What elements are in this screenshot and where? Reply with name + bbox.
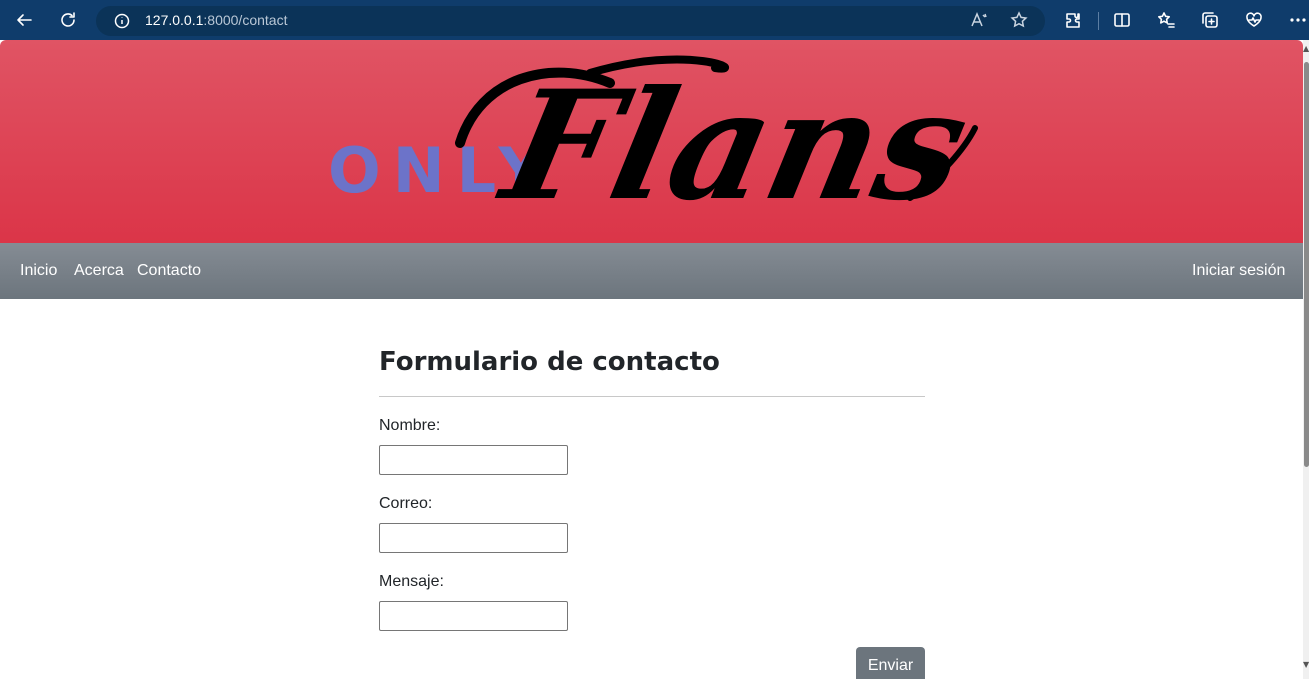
- submit-button[interactable]: Enviar: [856, 647, 925, 679]
- toolbar-divider: [1098, 12, 1099, 30]
- nav-link-inicio[interactable]: Inicio: [20, 262, 57, 280]
- address-bar[interactable]: 127.0.0.1:8000/contact: [96, 6, 1045, 36]
- split-screen-icon[interactable]: [1110, 8, 1134, 32]
- refresh-icon[interactable]: [56, 8, 80, 32]
- extensions-icon[interactable]: [1061, 8, 1085, 32]
- back-icon[interactable]: [12, 8, 36, 32]
- scrollbar-thumb[interactable]: [1304, 62, 1309, 467]
- url-path: :8000/contact: [203, 12, 288, 28]
- contact-form: Formulario de contacto Nombre: Correo: M…: [379, 347, 925, 679]
- read-aloud-icon[interactable]: [970, 11, 990, 31]
- login-link[interactable]: Iniciar sesión: [1192, 262, 1285, 280]
- nav-link-contacto[interactable]: Contacto: [137, 262, 201, 280]
- nombre-label: Nombre:: [379, 417, 441, 434]
- form-title: Formulario de contacto: [379, 347, 720, 377]
- main-navbar: Inicio Acerca Contacto Iniciar sesión: [0, 243, 1303, 299]
- site-banner: ONLY Flans: [0, 40, 1303, 243]
- mensaje-label: Mensaje:: [379, 573, 444, 590]
- url-text[interactable]: 127.0.0.1:8000/contact: [145, 12, 287, 28]
- url-host: 127.0.0.1: [145, 12, 204, 28]
- scroll-up-icon[interactable]: ▲: [1303, 44, 1309, 58]
- browser-toolbar: 127.0.0.1:8000/contact: [0, 0, 1309, 40]
- mensaje-input[interactable]: [379, 601, 568, 631]
- browser-essentials-icon[interactable]: [1242, 8, 1266, 32]
- more-options-icon[interactable]: [1286, 8, 1309, 32]
- nav-link-acerca[interactable]: Acerca: [74, 262, 124, 280]
- logo-flans-script: Flans: [455, 55, 980, 228]
- page-content: ONLY Flans Inicio Acerca Contacto Inicia…: [0, 40, 1303, 679]
- collections-icon[interactable]: [1198, 8, 1222, 32]
- favorites-icon[interactable]: [1154, 8, 1178, 32]
- nombre-input[interactable]: [379, 445, 568, 475]
- correo-label: Correo:: [379, 495, 433, 512]
- info-icon[interactable]: [114, 13, 130, 29]
- scroll-down-icon[interactable]: ▼: [1303, 660, 1309, 674]
- title-divider: [379, 396, 925, 397]
- favorite-star-icon[interactable]: [1010, 11, 1030, 31]
- logo-flans-text: Flans: [487, 58, 980, 228]
- correo-input[interactable]: [379, 523, 568, 553]
